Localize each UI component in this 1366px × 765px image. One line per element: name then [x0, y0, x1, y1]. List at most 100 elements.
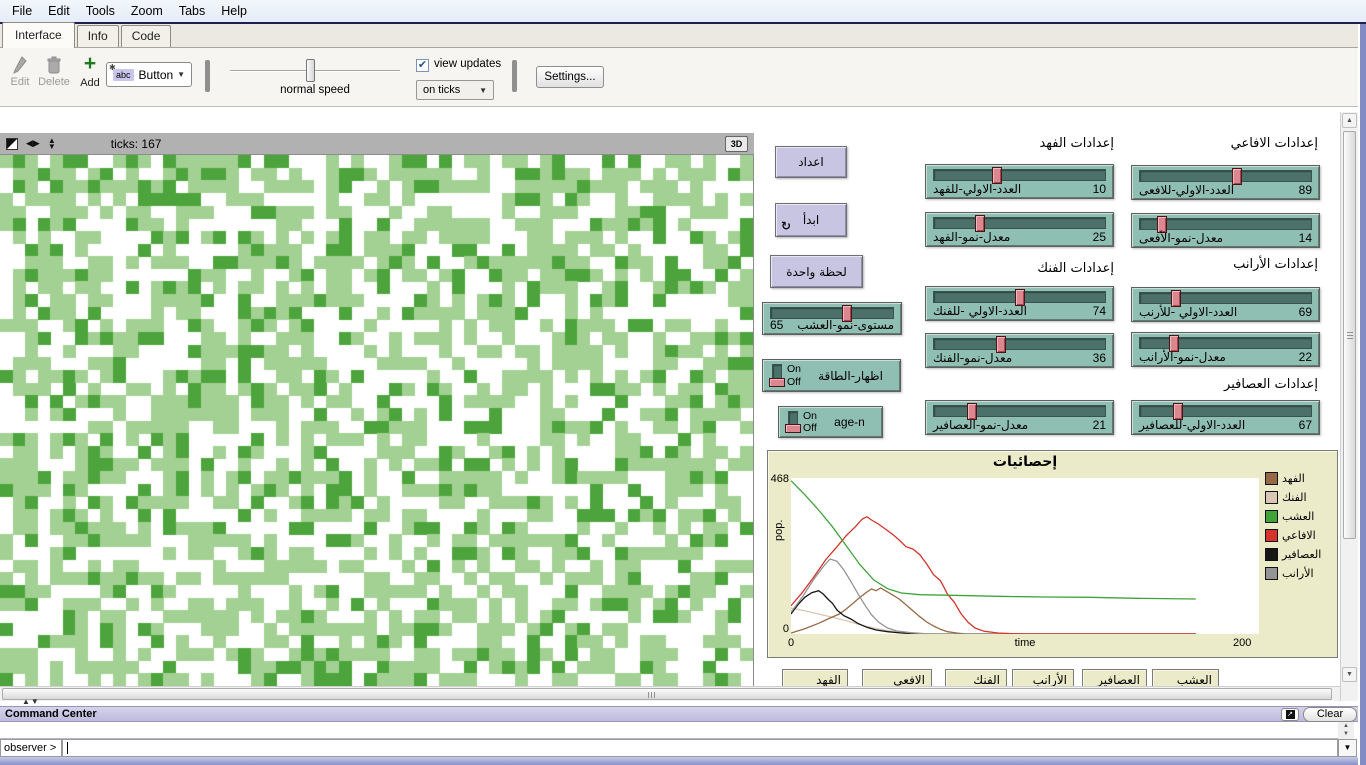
menu-tools[interactable]: Tools — [78, 2, 123, 20]
monitor-label: الفنك — [950, 673, 1000, 687]
slider-track[interactable] — [933, 291, 1106, 303]
one-step-button[interactable]: لحظة واحدة — [770, 255, 863, 288]
widget-type-value: Button — [139, 68, 174, 82]
slider-label: العدد-الاولي -للأرنب — [1139, 305, 1237, 319]
plot-canvas — [791, 478, 1259, 634]
speed-slider-label: normal speed — [230, 84, 400, 96]
switch-handle[interactable] — [785, 424, 801, 433]
vertical-arrows-icon[interactable]: ▲▼ — [48, 138, 56, 150]
settings-button[interactable]: Settings... — [536, 66, 604, 88]
statistics-plot: إحصائيات 468 pop. 0 0 time 200 الفهد الف… — [767, 450, 1338, 658]
horizontal-scrollbar[interactable] — [0, 686, 1340, 701]
speed-slider-thumb[interactable] — [306, 59, 315, 82]
initial-fennec-slider[interactable]: العدد-الاولي -للفنك74 — [925, 286, 1114, 321]
toolbar-separator — [205, 60, 210, 92]
monitor-label: الافعى — [867, 673, 925, 687]
edit-tool-label: Edit — [6, 76, 34, 88]
ticks-counter: ticks: 167 — [111, 137, 162, 151]
snakes-growth-slider[interactable]: معدل-نمو-الأفعى14 — [1131, 213, 1320, 248]
horizontal-arrows-icon[interactable]: ◀▶ — [26, 138, 40, 149]
slider-label: مستوى-نمو-العشب — [797, 318, 894, 332]
slider-track[interactable] — [1139, 170, 1312, 182]
scroll-down-icon[interactable]: ▼ — [1342, 667, 1357, 682]
delete-tool-button[interactable]: Delete — [36, 56, 72, 88]
slider-label: معدل-نمو-العصافير — [933, 418, 1028, 432]
view-updates-checkbox[interactable]: ✔ — [416, 59, 429, 72]
scroll-down-icon[interactable]: ▼ — [1338, 730, 1354, 738]
slider-label: معدل-نمو-الفهد — [933, 230, 1010, 244]
switch-handle[interactable] — [769, 378, 785, 387]
export-button[interactable]: ↗ — [1281, 708, 1299, 721]
speed-slider-track[interactable] — [230, 70, 400, 72]
rabbits-settings-header: إعدادات الأرانب — [1233, 257, 1318, 272]
trash-icon — [47, 56, 61, 74]
vertical-scrollbar[interactable]: ▲ ▼ — [1340, 112, 1358, 701]
asterisk-icon: ✱ — [109, 63, 116, 72]
window-bottom-border — [0, 757, 1366, 765]
slider-track[interactable] — [1139, 337, 1312, 349]
initial-birds-slider[interactable]: العدد-الاولي-للعصافير67 — [1131, 400, 1320, 435]
menu-help[interactable]: Help — [213, 2, 255, 20]
initial-cheetah-slider[interactable]: العدد-الاولي-للفهد10 — [925, 164, 1114, 199]
slider-track[interactable] — [933, 405, 1106, 417]
cheetah-growth-slider[interactable]: معدل-نمو-الفهد25 — [925, 212, 1114, 247]
tab-bar: Interface Info Code — [0, 24, 1366, 48]
slider-track[interactable] — [933, 217, 1106, 229]
command-center-header: Command Center ↗ Clear — [0, 706, 1360, 722]
view-resize-icon[interactable] — [6, 138, 18, 150]
menu-zoom[interactable]: Zoom — [123, 2, 171, 20]
command-center-title: Command Center — [5, 708, 97, 720]
tab-interface[interactable]: Interface — [2, 22, 75, 48]
tab-code[interactable]: Code — [121, 25, 172, 47]
history-dropdown-icon[interactable]: ▼ — [1338, 739, 1357, 757]
slider-track[interactable] — [933, 169, 1106, 181]
slider-value: 65 — [770, 318, 783, 332]
scrollbar-grip-icon — [648, 692, 655, 698]
menu-file[interactable]: File — [4, 2, 40, 20]
show-energy-switch[interactable]: On Off اظهار-الطاقة — [762, 359, 901, 392]
command-center-splitter[interactable]: ▲▼ — [22, 697, 40, 706]
scrollbar-grip-icon — [1347, 332, 1353, 339]
world-canvas[interactable] — [0, 155, 754, 686]
menu-tabs[interactable]: Tabs — [171, 2, 213, 20]
tab-info[interactable]: Info — [77, 25, 119, 47]
x-axis-max: 200 — [1233, 637, 1251, 649]
output-scrollbar[interactable]: ▲ ▼ — [1338, 722, 1354, 739]
legend-item: الفنك — [1265, 488, 1335, 507]
command-input[interactable] — [62, 739, 1338, 757]
three-d-button[interactable]: 3D — [725, 136, 748, 152]
chevron-down-icon: ▼ — [177, 70, 185, 79]
button-widget-icon: ✱abc — [113, 69, 134, 81]
slider-track[interactable] — [1139, 405, 1312, 417]
setup-button[interactable]: اعداد — [775, 146, 847, 178]
scroll-up-icon[interactable]: ▲ — [1342, 113, 1357, 128]
grass-growth-slider[interactable]: مستوى-نمو-العشب 65 — [762, 302, 902, 335]
vertical-scrollbar-thumb[interactable] — [1343, 131, 1356, 539]
cheetah-swatch-icon — [1265, 472, 1278, 485]
slider-value: 21 — [1093, 418, 1106, 432]
slider-track[interactable] — [933, 338, 1106, 350]
edit-tool-button[interactable]: Edit — [6, 56, 34, 88]
slider-track[interactable] — [1139, 292, 1312, 304]
legend-item: الفهد — [1265, 469, 1335, 488]
switch-label: اظهار-الطاقة — [807, 360, 894, 391]
slider-value: 10 — [1093, 182, 1106, 196]
go-button[interactable]: ↻ ابدأ — [775, 203, 847, 237]
add-tool-button[interactable]: + Add — [76, 55, 104, 89]
initial-snakes-slider[interactable]: العدد-الاولي-للافعى89 — [1131, 165, 1320, 200]
widget-type-dropdown[interactable]: ✱abc Button ▼ — [106, 62, 192, 87]
interface-toolbar: Edit Delete + Add ✱abc Button ▼ normal s… — [0, 48, 1366, 107]
menu-edit[interactable]: Edit — [40, 2, 78, 20]
scroll-up-icon[interactable]: ▲ — [1338, 722, 1354, 730]
birds-growth-slider[interactable]: معدل-نمو-العصافير 21 — [925, 400, 1114, 435]
rabbits-growth-slider[interactable]: معدل-نمو-الأرانب22 — [1131, 332, 1320, 367]
slider-track[interactable] — [1139, 218, 1312, 230]
fennec-growth-slider[interactable]: معدل-نمو-الفنك36 — [925, 333, 1114, 368]
age-n-switch[interactable]: On Off age-n — [778, 406, 883, 438]
update-mode-dropdown[interactable]: on ticks ▼ — [416, 80, 494, 100]
initial-rabbits-slider[interactable]: العدد-الاولي -للأرنب69 — [1131, 287, 1320, 322]
clear-button[interactable]: Clear — [1303, 707, 1357, 722]
pencil-icon — [13, 56, 27, 74]
window-right-border — [1360, 24, 1366, 765]
horizontal-scrollbar-thumb[interactable] — [2, 688, 1332, 700]
